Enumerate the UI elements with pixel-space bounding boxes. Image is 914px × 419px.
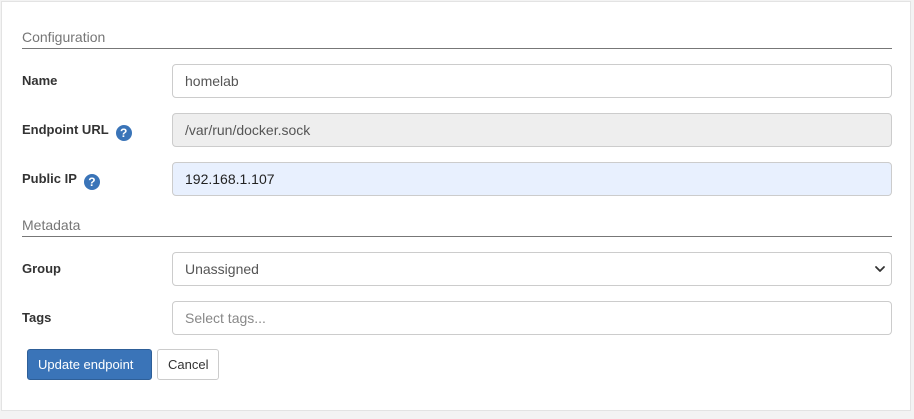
cancel-button[interactable]: Cancel [157, 349, 219, 380]
endpoint-url-label: Endpoint URL [22, 122, 109, 137]
configuration-section-title: Configuration [22, 28, 892, 49]
endpoint-url-row: Endpoint URL? /var/run/docker.sock [22, 113, 892, 147]
name-label: Name [22, 73, 58, 88]
group-select-value: Unassigned [185, 261, 259, 277]
public-ip-label-wrap: Public IP? [22, 162, 100, 196]
group-row: Group Unassigned [22, 252, 892, 286]
question-circle-icon[interactable]: ? [115, 125, 132, 141]
name-input[interactable]: homelab [172, 64, 892, 98]
public-ip-input[interactable]: 192.168.1.107 [172, 162, 892, 196]
group-label: Group [22, 261, 61, 276]
public-ip-row: Public IP? 192.168.1.107 [22, 162, 892, 196]
chevron-down-icon [875, 266, 885, 272]
endpoint-form-panel: Configuration Name homelab Endpoint URL?… [1, 1, 911, 411]
endpoint-url-input: /var/run/docker.sock [172, 113, 892, 147]
metadata-section-title: Metadata [22, 216, 892, 237]
question-circle-icon[interactable]: ? [83, 174, 100, 190]
tags-input[interactable]: Select tags... [172, 301, 892, 335]
name-row: Name homelab [22, 64, 892, 98]
tags-row: Tags Select tags... [22, 301, 892, 335]
public-ip-label: Public IP [22, 171, 77, 186]
group-select[interactable]: Unassigned [172, 252, 892, 286]
endpoint-url-label-wrap: Endpoint URL? [22, 113, 132, 147]
tags-label: Tags [22, 310, 52, 325]
update-endpoint-button[interactable]: Update endpoint [27, 349, 152, 380]
